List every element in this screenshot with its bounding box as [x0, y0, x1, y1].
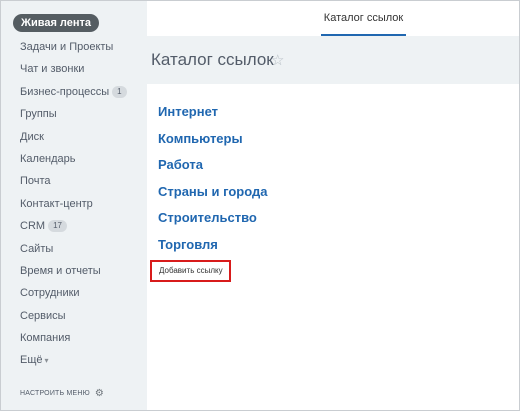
sidebar-item-label: Сотрудники — [20, 287, 80, 300]
configure-menu-button[interactable]: НАСТРОИТЬ МЕНЮ ⚙ — [20, 388, 104, 399]
add-link-button[interactable]: Добавить ссылку — [159, 266, 223, 275]
page-title: Каталог ссылок — [151, 50, 274, 69]
sidebar-item-disk[interactable]: Диск — [20, 129, 140, 151]
sidebar-item-company[interactable]: Компания — [20, 330, 140, 352]
sidebar-item-label: Компания — [20, 332, 71, 345]
sidebar-item-label: Почта — [20, 175, 51, 188]
sidebar-item-label: Чат и звонки — [20, 63, 85, 76]
counter-badge: 17 — [48, 220, 67, 233]
sidebar-menu: Задачи и Проекты Чат и звонки Бизнес-про… — [20, 39, 140, 375]
sidebar-item-label: Сайты — [20, 242, 54, 255]
tab-label: Каталог ссылок — [323, 12, 404, 24]
top-navigation: Каталог ссылок — [147, 1, 519, 36]
sidebar-item-label: Контакт-центр — [20, 197, 93, 210]
category-link-countries-cities[interactable]: Страны и города — [158, 184, 267, 211]
sidebar-item-more[interactable]: Ещё ▾ — [20, 352, 140, 374]
sidebar-item-crm[interactable]: CRM 17 — [20, 218, 140, 240]
sidebar-item-label: Календарь — [20, 152, 76, 165]
sidebar: Живая лента Задачи и Проекты Чат и звонк… — [1, 1, 147, 410]
sidebar-item-contact-center[interactable]: Контакт-центр — [20, 196, 140, 218]
category-link-internet[interactable]: Интернет — [158, 104, 267, 131]
chevron-down-icon: ▾ — [44, 356, 49, 366]
sidebar-item-label: Группы — [20, 108, 57, 121]
sidebar-item-employees[interactable]: Сотрудники — [20, 285, 140, 307]
sidebar-item-label: Сервисы — [20, 309, 66, 322]
highlight-box: Добавить ссылку — [150, 260, 231, 282]
star-icon[interactable]: ☆ — [271, 51, 284, 69]
sidebar-item-label: Задачи и Проекты — [20, 41, 114, 53]
sidebar-item-time-reports[interactable]: Время и отчеты — [20, 263, 140, 285]
sidebar-item-groups[interactable]: Группы — [20, 106, 140, 128]
sidebar-item-chat[interactable]: Чат и звонки — [20, 61, 140, 83]
sidebar-item-label: CRM — [20, 220, 46, 233]
catalog-content: Интернет Компьютеры Работа Страны и горо… — [147, 84, 519, 410]
sidebar-item-live-feed[interactable]: Живая лента — [13, 14, 100, 32]
sidebar-item-label: Время и отчеты — [20, 264, 101, 277]
sidebar-item-label: Диск — [20, 130, 44, 143]
sidebar-item-label: Бизнес-процессы — [20, 85, 110, 98]
sidebar-item-business-processes[interactable]: Бизнес-процессы 1 — [20, 84, 140, 106]
sidebar-item-calendar[interactable]: Календарь — [20, 151, 140, 173]
category-link-computers[interactable]: Компьютеры — [158, 131, 267, 158]
title-bar: Каталог ссылок ☆ — [147, 36, 519, 84]
sidebar-item-services[interactable]: Сервисы — [20, 308, 140, 330]
counter-badge: 1 — [112, 85, 127, 98]
gear-icon: ⚙ — [94, 388, 105, 399]
tab-link-catalog[interactable]: Каталог ссылок — [321, 1, 406, 36]
category-link-construction[interactable]: Строительство — [158, 210, 267, 237]
sidebar-item-sites[interactable]: Сайты — [20, 241, 140, 263]
configure-menu-label: НАСТРОИТЬ МЕНЮ — [20, 390, 90, 397]
category-link-work[interactable]: Работа — [158, 157, 267, 184]
sidebar-item-label: Ещё — [20, 354, 43, 367]
sidebar-item-mail[interactable]: Почта — [20, 173, 140, 195]
sidebar-item-tasks[interactable]: Задачи и Проекты — [20, 39, 140, 61]
category-list: Интернет Компьютеры Работа Страны и горо… — [158, 104, 267, 264]
